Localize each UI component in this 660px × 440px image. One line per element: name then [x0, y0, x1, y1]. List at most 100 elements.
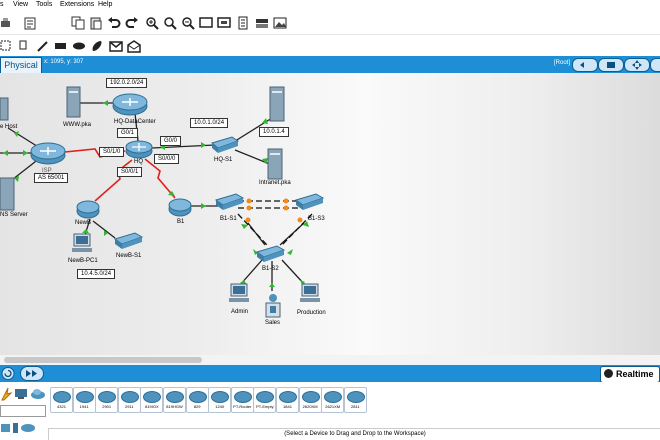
label-www: WWW.pka	[63, 122, 91, 128]
rectangle-icon[interactable]	[54, 39, 68, 53]
scrollbar-thumb[interactable]	[4, 357, 202, 363]
menu-help[interactable]: Help	[98, 1, 112, 8]
router-icon	[301, 391, 320, 403]
image-icon[interactable]	[273, 16, 287, 30]
host-pc	[0, 97, 9, 121]
etherchannel-s1-s2	[237, 213, 268, 246]
router-icon	[188, 391, 207, 403]
main-toolbar	[0, 12, 660, 34]
set-tiled-background-button[interactable]	[598, 58, 624, 72]
topology-canvas	[0, 86, 325, 318]
note-s000[interactable]: S0/0/0	[154, 154, 180, 164]
logical-workspace[interactable]: e Host NS Server ISP WWW.pka HQ-DataCent…	[0, 73, 660, 355]
router-icon	[211, 391, 230, 403]
remote-server	[269, 86, 285, 122]
router-icon	[75, 391, 94, 403]
device-tile-label: 2621XM	[325, 404, 341, 409]
device-tile[interactable]: 829	[185, 387, 209, 413]
device-tile[interactable]: 1841	[276, 387, 299, 413]
palette-icon[interactable]	[255, 16, 269, 30]
undo-icon[interactable]	[107, 16, 121, 30]
zoom-out-icon[interactable]	[181, 16, 195, 30]
newb-s1-switch	[113, 232, 144, 249]
note-g01[interactable]: G0/1	[117, 128, 139, 138]
tab-physical[interactable]: Physical	[0, 57, 42, 74]
menu-bar: s View Tools Extensions Help	[0, 0, 660, 12]
document-icon[interactable]	[236, 16, 250, 30]
device-tile-label: 2811	[350, 404, 360, 409]
ellipse-icon[interactable]	[72, 39, 86, 53]
note-s001[interactable]: S0/0/1	[117, 167, 143, 177]
admin-pc	[229, 283, 249, 302]
device-tile[interactable]: 2911	[117, 387, 141, 413]
note-s010[interactable]: S0/1/0	[99, 147, 125, 157]
copy-icon[interactable]	[71, 16, 85, 30]
note-as65001[interactable]: AS 65001	[34, 173, 69, 183]
device-tile[interactable]: 2811	[343, 387, 367, 413]
print-icon[interactable]	[0, 16, 14, 30]
www-server	[66, 86, 81, 118]
select-icon[interactable]	[0, 39, 14, 53]
hq-router	[125, 140, 153, 159]
device-tile[interactable]: 819HGW	[163, 387, 186, 413]
realtime-mode-button[interactable]: Realtime	[600, 366, 660, 383]
sales-pc	[265, 294, 281, 318]
device-tile[interactable]: PT-Empty	[253, 387, 277, 413]
device-tile[interactable]: 2620XM	[298, 387, 322, 413]
menu-file[interactable]: s	[0, 1, 4, 8]
zoom-reset-icon[interactable]	[163, 16, 177, 30]
paste-icon[interactable]	[89, 16, 103, 30]
menu-tools[interactable]: Tools	[36, 1, 52, 8]
menu-view[interactable]: View	[13, 1, 28, 8]
label-dns-server: NS Server	[0, 212, 28, 218]
realtime-label: Realtime	[616, 369, 654, 379]
freeform-icon[interactable]	[90, 39, 104, 53]
note-network-10-4-5[interactable]: 10.4.5.0/24	[77, 269, 116, 279]
device-tile-label: PT-Router	[233, 404, 252, 409]
fast-forward-icon[interactable]	[20, 366, 44, 381]
tiles-icon	[607, 62, 615, 68]
note-g00[interactable]: G0/0	[160, 136, 182, 146]
cloud-category-icon[interactable]	[30, 388, 46, 400]
custom-device-icon[interactable]	[217, 16, 231, 30]
device-tile-label: 829	[193, 404, 201, 409]
root-breadcrumb[interactable]: [Root]	[554, 60, 570, 66]
power-cycle-icon[interactable]	[0, 366, 16, 381]
label-b1-s2: B1-S2	[262, 266, 279, 272]
router-icon	[256, 391, 275, 403]
production-pc	[300, 283, 320, 302]
label-intranet: Intranet.pka	[259, 180, 291, 186]
device-tile[interactable]: 4321	[50, 387, 73, 413]
note-network-192[interactable]: 192.0.2.0/24	[106, 78, 148, 88]
device-tile[interactable]: 2621XM	[321, 387, 345, 413]
note-icon[interactable]	[18, 39, 32, 53]
palette-status-text: (Select a Device to Drag and Drop to the…	[48, 428, 660, 440]
workspace-scrollbar[interactable]	[0, 355, 660, 365]
viewport-button[interactable]	[624, 58, 650, 72]
device-tile-label: 2911	[124, 404, 134, 409]
end-devices-category-icon[interactable]	[14, 388, 28, 400]
device-tile-label: 4321	[57, 404, 66, 409]
pdu-icon[interactable]	[109, 39, 123, 53]
pencil-icon[interactable]	[36, 39, 50, 53]
note-ip-10-0-1-4[interactable]: 10.0.1.4	[259, 127, 289, 137]
note-network-10-0-1[interactable]: 10.0.1.0/24	[190, 118, 229, 128]
device-tile[interactable]: PT-Router	[230, 387, 254, 413]
cursor-coordinates: x: 1095, y: 307	[44, 59, 84, 65]
wizard-icon[interactable]	[23, 16, 37, 30]
back-button[interactable]	[572, 58, 598, 72]
misc-category-icons[interactable]	[0, 422, 46, 434]
connections-category-icon[interactable]	[0, 387, 12, 401]
menu-extensions[interactable]: Extensions	[60, 1, 94, 8]
window-icon[interactable]	[199, 16, 213, 30]
new-cluster-button[interactable]	[650, 58, 660, 72]
device-tile[interactable]: 1240	[208, 387, 232, 413]
redo-icon[interactable]	[125, 16, 139, 30]
zoom-in-icon[interactable]	[145, 16, 159, 30]
device-tile[interactable]: 819IOX	[140, 387, 164, 413]
device-search-field[interactable]	[0, 405, 46, 417]
complex-pdu-icon[interactable]	[127, 39, 141, 53]
device-tile[interactable]: 2901	[95, 387, 119, 413]
device-tile-label: 1941	[79, 404, 89, 409]
device-tile[interactable]: 1941	[72, 387, 96, 413]
